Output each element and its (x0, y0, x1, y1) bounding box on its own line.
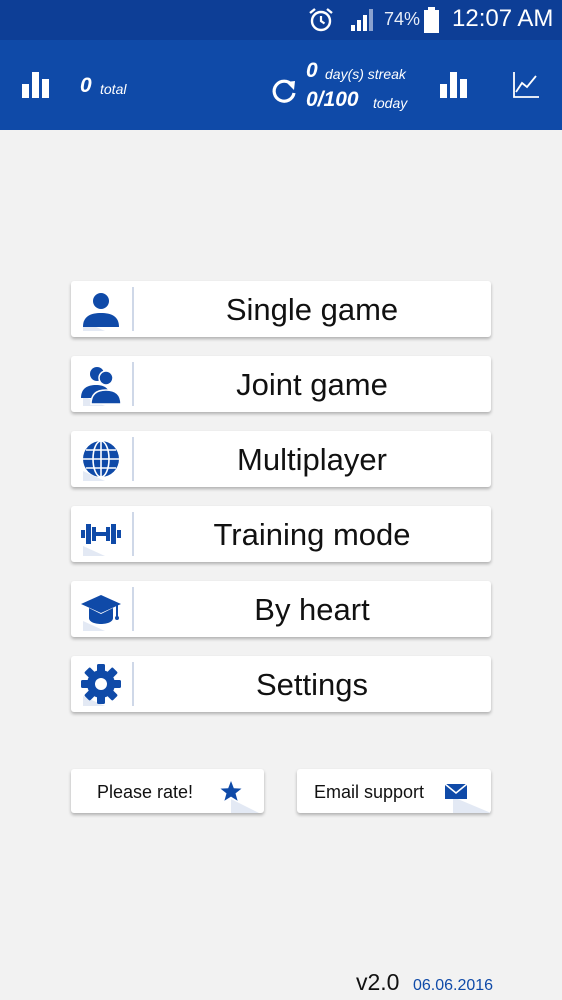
clock: 12:07 AM (452, 5, 554, 32)
rate-button[interactable]: Please rate! (71, 769, 264, 813)
email-support-label: Email support (314, 782, 425, 802)
streak-label: day(s) streak (325, 66, 406, 82)
multiplayer-label: Multiplayer (237, 442, 387, 477)
globe-icon (83, 440, 119, 481)
alarm-icon (309, 8, 333, 32)
training-mode-button[interactable]: Training mode (71, 506, 491, 562)
settings-button[interactable]: Settings (71, 656, 491, 712)
bar-chart-icon[interactable] (440, 72, 468, 98)
total-label: total (100, 81, 127, 97)
today-label: today (373, 95, 408, 111)
by-heart-label: By heart (254, 592, 370, 627)
today-count: 0/100 (306, 88, 359, 111)
line-chart-icon[interactable] (513, 72, 539, 98)
stats-toolbar: 0 total 0 day(s) streak 0/100 today (0, 40, 562, 130)
total-count: 0 (80, 74, 92, 97)
gear-icon (81, 664, 121, 706)
graduation-cap-icon (81, 595, 121, 631)
refresh-icon[interactable] (270, 77, 298, 105)
single-game-label: Single game (225, 292, 399, 327)
bar-chart-icon[interactable] (22, 72, 50, 98)
envelope-icon (444, 783, 491, 813)
training-mode-label: Training mode (213, 517, 411, 552)
release-date: 06.06.2016 (413, 977, 494, 994)
signal-icon (351, 9, 373, 31)
joint-game-label: Joint game (236, 367, 388, 402)
multiplayer-button[interactable]: Multiplayer (71, 431, 491, 487)
rate-label: Please rate! (97, 782, 194, 802)
joint-game-button[interactable]: Joint game (71, 356, 491, 412)
status-bar: 74% 12:07 AM (0, 0, 562, 40)
dumbbell-icon (81, 524, 121, 556)
single-game-button[interactable]: Single game (71, 281, 491, 337)
battery-icon (424, 7, 439, 33)
email-support-button[interactable]: Email support (297, 769, 491, 813)
people-icon (81, 367, 122, 406)
battery-percent: 74% (384, 9, 421, 29)
by-heart-button[interactable]: By heart (71, 581, 491, 637)
person-icon (83, 293, 119, 331)
settings-label: Settings (255, 667, 368, 702)
streak-count: 0 (306, 59, 318, 82)
star-icon (220, 781, 259, 813)
app-version: v2.0 (356, 969, 400, 995)
